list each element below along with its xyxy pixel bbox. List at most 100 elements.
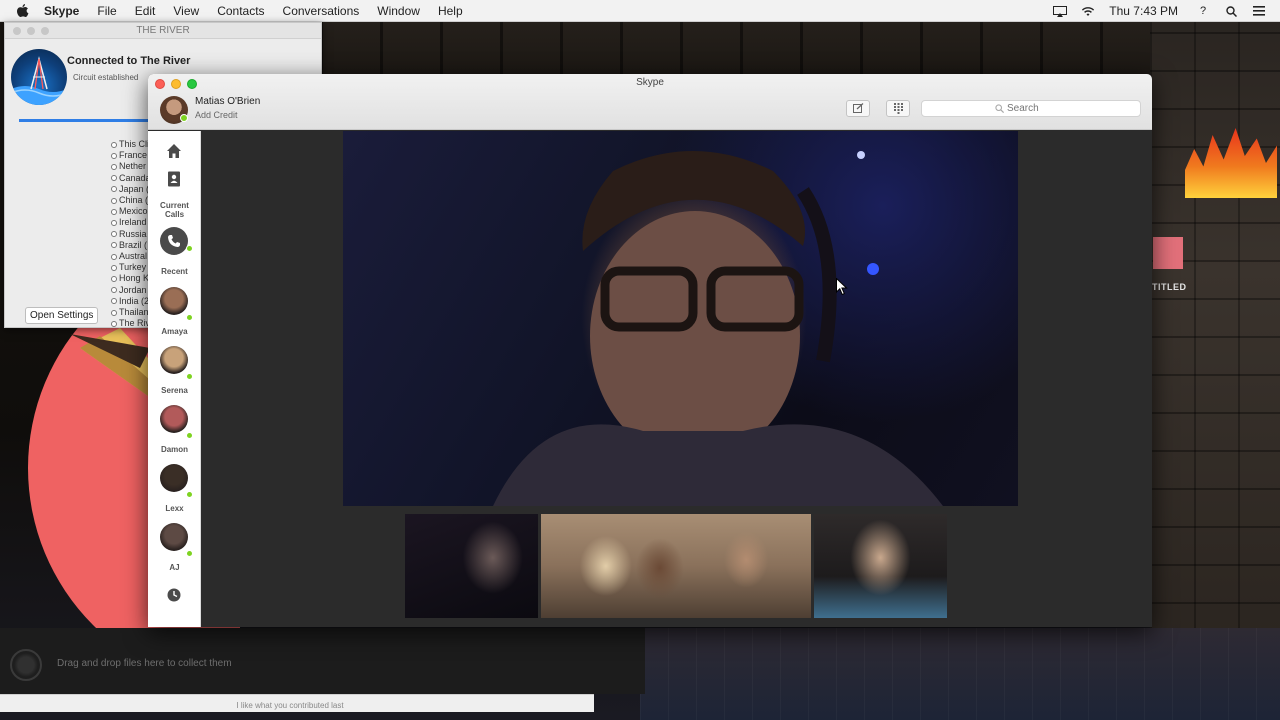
radio-button-icon[interactable] — [111, 253, 117, 260]
contacts-book-icon[interactable] — [164, 169, 184, 189]
apple-icon[interactable] — [16, 3, 30, 18]
wifi-icon[interactable] — [1081, 5, 1095, 17]
contact-status-icon — [186, 314, 193, 321]
caller-shirt — [493, 424, 943, 506]
contact-avatar-aj[interactable] — [160, 523, 188, 551]
contact-name-amaya: Amaya — [161, 327, 188, 336]
radio-button-icon[interactable] — [111, 264, 117, 271]
radio-button-icon[interactable] — [111, 186, 117, 193]
compose-icon — [852, 103, 863, 113]
wallpaper-floor — [640, 628, 1280, 720]
river-window-title: THE RIVER — [5, 23, 321, 39]
background-blue-light — [867, 263, 879, 275]
contact-avatar-lexx[interactable] — [160, 464, 188, 492]
open-settings-button[interactable]: Open Settings — [25, 307, 99, 324]
phone-icon — [168, 235, 180, 247]
menu-contacts[interactable]: Contacts — [217, 4, 264, 18]
country-option-label: This Cli — [119, 139, 150, 149]
radio-button-icon[interactable] — [111, 175, 117, 182]
menu-edit[interactable]: Edit — [135, 4, 156, 18]
radio-button-icon[interactable] — [111, 309, 117, 316]
country-option-label: Brazil ( — [119, 239, 148, 250]
minimize-button[interactable] — [27, 27, 35, 35]
history-clock-icon[interactable] — [164, 585, 184, 605]
participant-video-2[interactable] — [541, 514, 811, 618]
drop-zone-text: Drag and drop files here to collect them — [57, 658, 232, 669]
menu-help[interactable]: Help — [438, 4, 463, 18]
desktop-file-icon[interactable] — [1153, 237, 1183, 269]
mouse-cursor-icon — [836, 278, 848, 296]
skype-window: Skype Matias O'Brien Add Credit Search C… — [148, 74, 1152, 627]
contact-avatar-amaya[interactable] — [160, 287, 188, 315]
participant-thumbnails — [405, 514, 947, 618]
menu-file[interactable]: File — [97, 4, 116, 18]
river-window-controls — [13, 27, 49, 35]
river-circuit-status: Circuit established — [73, 73, 139, 82]
skype-sidebar: Current Calls Recent Amaya Serena Damon … — [148, 131, 201, 627]
participant-video-3[interactable] — [814, 514, 947, 618]
close-button[interactable] — [13, 27, 21, 35]
radio-button-icon[interactable] — [111, 320, 117, 327]
radio-button-icon[interactable] — [111, 164, 117, 170]
main-video-feed[interactable] — [343, 131, 1018, 506]
radio-button-icon[interactable] — [111, 287, 117, 294]
country-option-label: Jordan — [119, 284, 147, 295]
country-option-label: The Riv — [119, 318, 151, 329]
contact-status-icon — [186, 491, 193, 498]
current-calls-label-line1: Current — [160, 201, 189, 210]
participant-video-1[interactable] — [405, 514, 538, 618]
search-input[interactable] — [1007, 103, 1067, 114]
menu-view[interactable]: View — [173, 4, 199, 18]
river-logo-icon — [11, 49, 67, 105]
add-credit-link[interactable]: Add Credit — [195, 110, 238, 120]
airplay-icon[interactable] — [1053, 5, 1068, 17]
desktop-file-label: TITLED — [1152, 282, 1187, 292]
spotlight-search-icon[interactable] — [1224, 5, 1238, 17]
radio-button-icon[interactable] — [111, 152, 117, 159]
contact-status-icon — [186, 550, 193, 557]
country-option-label: Russia — [119, 228, 147, 239]
caller-face — [590, 211, 800, 461]
river-connection-status: Connected to The River — [67, 55, 191, 67]
country-option-label: France — [119, 150, 148, 161]
country-option-label: Ireland — [119, 217, 147, 228]
desktop-wallpaper-right — [1150, 22, 1280, 642]
contact-status-icon — [186, 373, 193, 380]
search-field[interactable] — [921, 100, 1141, 117]
radio-button-icon[interactable] — [111, 276, 117, 283]
dialpad-button[interactable] — [886, 100, 910, 117]
home-icon[interactable] — [164, 141, 184, 161]
radio-button-icon[interactable] — [111, 231, 117, 238]
radio-button-icon[interactable] — [111, 141, 117, 148]
country-option-label: India (2 — [119, 295, 150, 306]
menu-window[interactable]: Window — [377, 4, 420, 18]
contact-name-lexx: Lexx — [165, 504, 184, 513]
profile-name[interactable]: Matias O'Brien — [195, 96, 260, 107]
zoom-button[interactable] — [41, 27, 49, 35]
current-calls-button[interactable] — [160, 227, 188, 255]
river-progress-bar — [19, 119, 153, 122]
radio-button-icon[interactable] — [111, 220, 117, 227]
contact-avatar-damon[interactable] — [160, 405, 188, 433]
contact-name-damon: Damon — [160, 445, 189, 454]
menubar-clock[interactable]: Thu 7:43 PM — [1109, 4, 1178, 18]
profile-online-status-icon — [180, 114, 188, 122]
drop-zone[interactable]: Drag and drop files here to collect them — [0, 628, 645, 694]
help-icon[interactable]: ? — [1196, 5, 1210, 17]
desktop-screen: TITLED Drag and drop files here to colle… — [0, 0, 1280, 720]
new-conversation-button[interactable] — [846, 100, 870, 117]
menu-app-skype[interactable]: Skype — [44, 4, 79, 18]
current-calls-status-icon — [186, 245, 193, 252]
menu-conversations[interactable]: Conversations — [283, 4, 360, 18]
radio-button-icon[interactable] — [111, 197, 117, 204]
contact-name-aj: AJ — [169, 563, 180, 572]
contact-avatar-serena[interactable] — [160, 346, 188, 374]
dialpad-icon — [893, 103, 903, 114]
country-option-label: China ( — [119, 195, 149, 206]
contact-status-icon — [186, 432, 193, 439]
radio-button-icon[interactable] — [111, 242, 117, 249]
skype-titlebar: Skype Matias O'Brien Add Credit — [148, 74, 1152, 130]
notification-center-icon[interactable] — [1252, 5, 1266, 17]
radio-button-icon[interactable] — [111, 208, 117, 215]
radio-button-icon[interactable] — [111, 298, 117, 305]
